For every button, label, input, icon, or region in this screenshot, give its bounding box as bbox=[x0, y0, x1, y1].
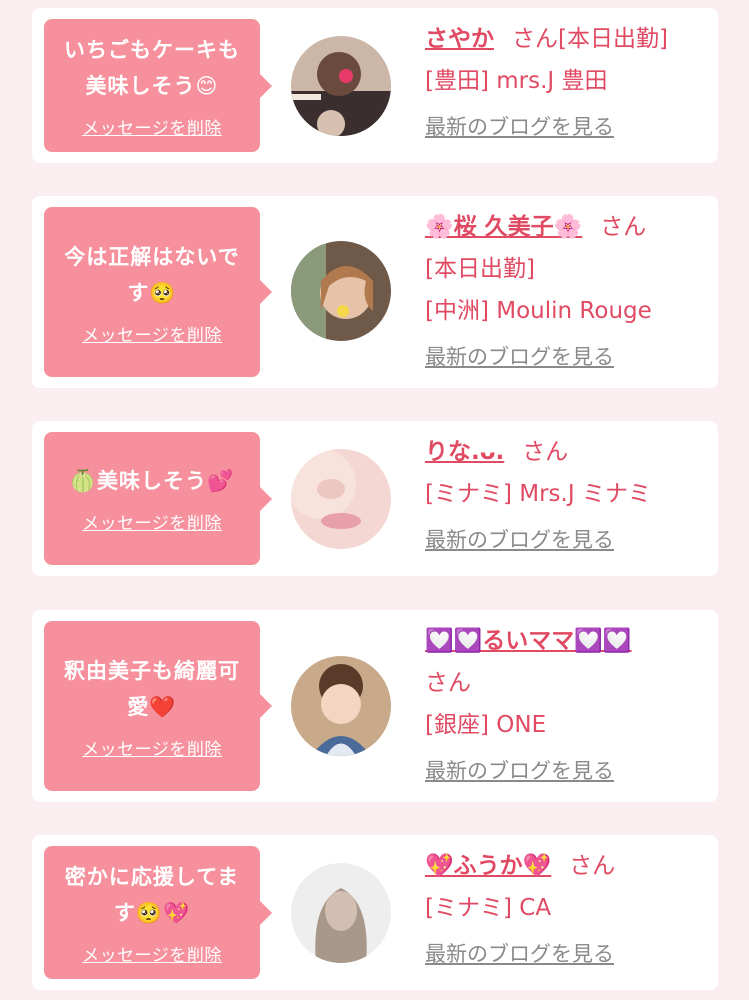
avatar[interactable] bbox=[291, 449, 391, 549]
view-blog-link[interactable]: 最新のブログを見る bbox=[425, 106, 614, 148]
message-text: 🍈美味しそう💕 bbox=[69, 469, 235, 493]
message-list: いちごもケーキも美味しそう😊 メッセージを削除 さやか さん[本日出勤] [豊田]… bbox=[0, 0, 749, 1000]
honorific: さん bbox=[600, 214, 647, 240]
shop-name: [ミナミ] CA bbox=[425, 895, 552, 921]
delete-message-link[interactable]: メッセージを削除 bbox=[82, 941, 222, 966]
avatar[interactable] bbox=[291, 36, 391, 136]
cast-name-link[interactable]: 💟💟るいママ💟💟 bbox=[425, 628, 632, 654]
cast-name-link[interactable]: りな.ᴗ. bbox=[425, 439, 504, 465]
cast-info: 🌸桜 久美子🌸 さん [本日出勤] [中洲] Moulin Rouge 最新のブロ… bbox=[425, 206, 710, 378]
delete-message-link[interactable]: メッセージを削除 bbox=[82, 321, 222, 346]
view-blog-link[interactable]: 最新のブログを見る bbox=[425, 933, 614, 975]
shift-status: [本日出勤] bbox=[425, 256, 535, 282]
shop-name: [ミナミ] Mrs.J ミナミ bbox=[425, 481, 651, 507]
avatar[interactable] bbox=[291, 863, 391, 963]
message-card: 密かに応援してます🥺💖 メッセージを削除 💖ふうか💖 さん [ミナミ] CA 最新… bbox=[32, 835, 718, 990]
cast-name-link[interactable]: 🌸桜 久美子🌸 bbox=[425, 214, 582, 240]
cast-info: 💟💟るいママ💟💟 さん [銀座] ONE 最新のブログを見る bbox=[425, 620, 710, 792]
shop-name: [中洲] Moulin Rouge bbox=[425, 298, 652, 324]
cast-info: さやか さん[本日出勤] [豊田] mrs.J 豊田 最新のブログを見る bbox=[425, 18, 710, 148]
message-text: 釈由美子も綺麗可愛❤️ bbox=[64, 658, 240, 719]
cast-info: 💖ふうか💖 さん [ミナミ] CA 最新のブログを見る bbox=[425, 845, 710, 975]
view-blog-link[interactable]: 最新のブログを見る bbox=[425, 750, 614, 792]
message-bubble: いちごもケーキも美味しそう😊 メッセージを削除 bbox=[44, 19, 272, 152]
message-card: 🍈美味しそう💕 メッセージを削除 りな.ᴗ. さん [ミナミ] Mrs.J ミナミ… bbox=[32, 421, 718, 576]
message-bubble: 今は正解はないです🥺 メッセージを削除 bbox=[44, 207, 272, 377]
message-text: 密かに応援してます🥺💖 bbox=[64, 865, 240, 925]
view-blog-link[interactable]: 最新のブログを見る bbox=[425, 336, 614, 378]
avatar[interactable] bbox=[291, 656, 391, 756]
cast-info: りな.ᴗ. さん [ミナミ] Mrs.J ミナミ 最新のブログを見る bbox=[425, 431, 710, 561]
delete-message-link[interactable]: メッセージを削除 bbox=[82, 114, 222, 139]
cast-name-link[interactable]: さやか bbox=[425, 26, 494, 52]
honorific: さん bbox=[512, 26, 558, 52]
message-bubble: 釈由美子も綺麗可愛❤️ メッセージを削除 bbox=[44, 621, 272, 791]
message-card: いちごもケーキも美味しそう😊 メッセージを削除 さやか さん[本日出勤] [豊田]… bbox=[32, 8, 718, 163]
honorific: さん bbox=[569, 853, 616, 879]
shop-name: [豊田] mrs.J 豊田 bbox=[425, 68, 608, 94]
delete-message-link[interactable]: メッセージを削除 bbox=[82, 509, 222, 534]
shop-name: [銀座] ONE bbox=[425, 712, 547, 738]
message-bubble: 密かに応援してます🥺💖 メッセージを削除 bbox=[44, 846, 272, 979]
message-bubble: 🍈美味しそう💕 メッセージを削除 bbox=[44, 432, 272, 565]
message-card: 今は正解はないです🥺 メッセージを削除 🌸桜 久美子🌸 さん [本日出勤] [中洲… bbox=[32, 196, 718, 388]
shift-status: [本日出勤] bbox=[558, 26, 668, 52]
message-card: 釈由美子も綺麗可愛❤️ メッセージを削除 💟💟るいママ💟💟 さん [銀座] ON… bbox=[32, 610, 718, 802]
honorific: さん bbox=[522, 439, 569, 465]
avatar[interactable] bbox=[291, 241, 391, 341]
message-text: 今は正解はないです🥺 bbox=[64, 244, 240, 305]
message-text: いちごもケーキも美味しそう😊 bbox=[64, 38, 240, 98]
honorific: さん bbox=[425, 670, 471, 696]
delete-message-link[interactable]: メッセージを削除 bbox=[82, 735, 222, 760]
cast-name-link[interactable]: 💖ふうか💖 bbox=[425, 853, 551, 879]
view-blog-link[interactable]: 最新のブログを見る bbox=[425, 519, 614, 561]
